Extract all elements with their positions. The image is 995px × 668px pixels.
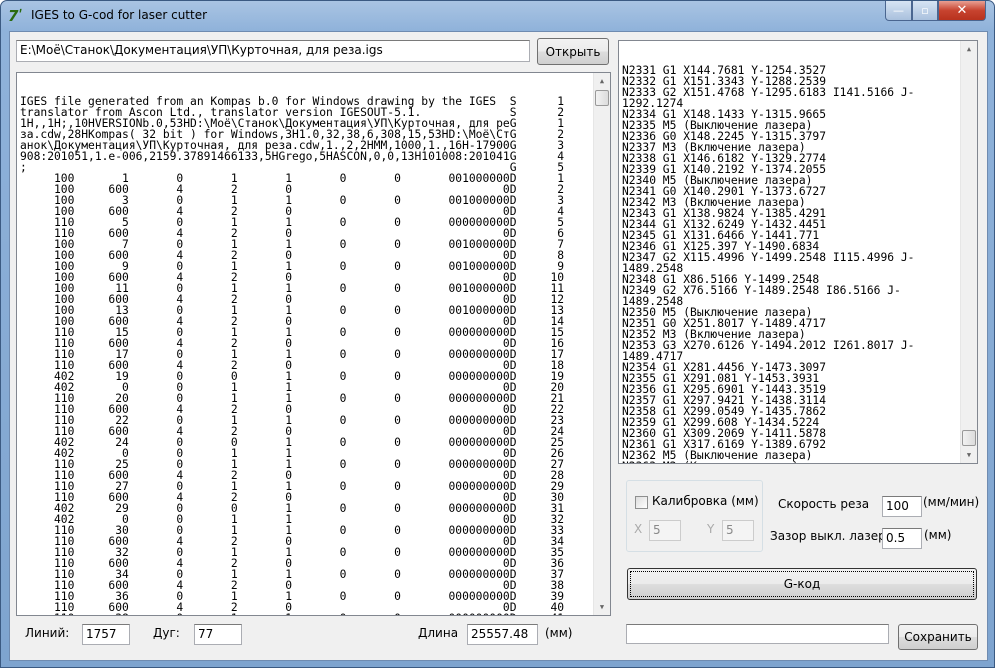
length-label: Длина — [418, 626, 459, 640]
arcs-count-field: 77 — [194, 624, 242, 645]
minimize-button[interactable]: — — [885, 1, 912, 21]
scroll-thumb[interactable] — [595, 90, 609, 106]
gcode-lines: N2331 G1 X144.7681 Y-1254.3527 N2332 G1 X… — [622, 65, 974, 463]
scroll-thumb[interactable] — [962, 430, 976, 446]
scroll-up-icon[interactable]: ▲ — [594, 73, 610, 89]
save-path-input[interactable] — [626, 624, 889, 644]
iges-directory-line: 110 38 0 1 1 0 0 000000000D 41 — [20, 613, 607, 615]
app-icon: 7ʹ — [8, 7, 23, 25]
window-title: IGES to G-cod for laser cutter — [31, 8, 208, 22]
gcode-scrollbar[interactable]: ▲ ▼ — [960, 41, 977, 463]
lines-count-label: Линий: — [25, 626, 70, 640]
generate-gcode-button[interactable]: G-код — [627, 568, 977, 600]
scroll-down-icon[interactable]: ▼ — [594, 599, 610, 615]
scroll-down-icon[interactable]: ▼ — [961, 447, 977, 463]
speed-input[interactable]: 100 — [882, 496, 922, 517]
gcode-text-area[interactable]: N2331 G1 X144.7681 Y-1254.3527 N2332 G1 X… — [618, 40, 978, 464]
y-label: Y — [707, 522, 715, 536]
speed-unit: (мм/мин) — [923, 495, 980, 509]
app-window: 7ʹ IGES to G-cod for laser cutter — ▫ ✕ … — [0, 0, 995, 668]
client-area: E:\Моё\Станок\Документация\УП\Курточная,… — [9, 31, 988, 661]
length-unit: (мм) — [545, 626, 573, 640]
iges-text-area[interactable]: IGES file generated from an Kompas b.0 f… — [16, 72, 611, 616]
minimize-icon: — — [893, 4, 904, 17]
gap-input[interactable]: 0.5 — [882, 528, 922, 549]
close-icon: ✕ — [956, 3, 968, 18]
calibration-checkbox[interactable] — [635, 496, 648, 509]
gap-unit: (мм) — [924, 528, 952, 542]
iges-lines: IGES file generated from an Kompas b.0 f… — [20, 96, 607, 615]
open-button[interactable]: Открыть — [537, 38, 609, 65]
maximize-icon: ▫ — [921, 4, 929, 17]
file-path-input[interactable]: E:\Моё\Станок\Документация\УП\Курточная,… — [16, 40, 530, 62]
calibration-label: Калибровка (мм) — [652, 494, 759, 508]
calibration-x-input[interactable]: 5 — [649, 520, 681, 541]
save-button[interactable]: Сохранить — [898, 624, 978, 650]
maximize-button[interactable]: ▫ — [912, 1, 938, 21]
gap-label: Зазор выкл. лазера — [770, 529, 894, 543]
gcode-line: N2363 M2 (Конец программы) — [622, 461, 974, 463]
close-button[interactable]: ✕ — [938, 1, 986, 21]
calibration-y-input[interactable]: 5 — [722, 520, 754, 541]
iges-scrollbar[interactable]: ▲ ▼ — [593, 73, 610, 615]
x-label: X — [634, 522, 643, 536]
calibration-group: Калибровка (мм) X 5 Y 5 — [626, 480, 763, 552]
length-field: 25557.48 — [467, 624, 538, 645]
arcs-count-label: Дуг: — [153, 626, 180, 640]
scroll-up-icon[interactable]: ▲ — [961, 41, 977, 57]
title-bar[interactable]: 7ʹ IGES to G-cod for laser cutter — ▫ ✕ — [1, 1, 994, 31]
lines-count-field: 1757 — [82, 624, 130, 645]
speed-label: Скорость реза — [778, 497, 870, 511]
